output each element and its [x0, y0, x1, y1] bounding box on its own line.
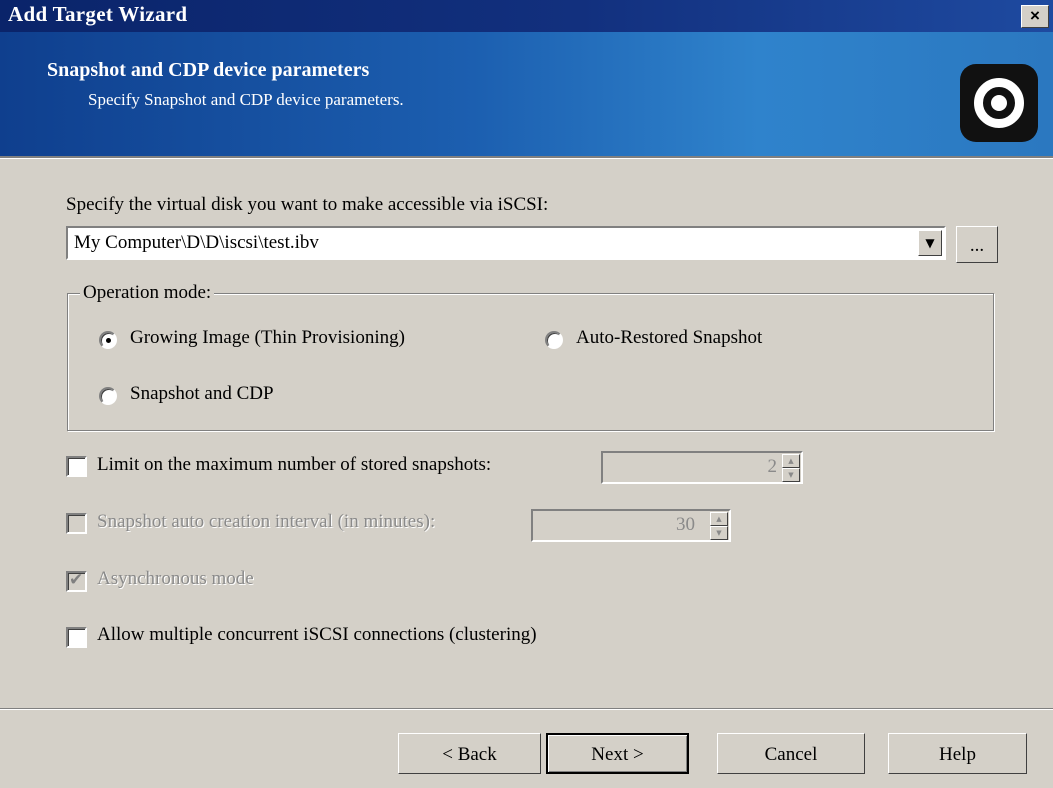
radio-auto-restored-snapshot[interactable] — [545, 331, 563, 349]
limit-snapshots-label[interactable]: Limit on the maximum number of stored sn… — [97, 454, 491, 476]
multiple-connections-label[interactable]: Allow multiple concurrent iSCSI connecti… — [97, 624, 537, 646]
disk-prompt-label: Specify the virtual disk you want to mak… — [66, 194, 549, 215]
page-title: Snapshot and CDP device parameters — [47, 59, 370, 81]
auto-interval-label: Snapshot auto creation interval (in minu… — [97, 511, 436, 532]
spin-up-icon[interactable]: ▲ — [782, 454, 800, 468]
async-mode-label: Asynchronous mode — [97, 568, 254, 589]
footer-divider — [0, 708, 1053, 710]
spin-down-icon[interactable]: ▼ — [782, 468, 800, 482]
checkmark-icon: ✔ — [69, 570, 84, 590]
auto-interval-checkbox[interactable] — [66, 513, 87, 534]
max-snapshots-spinner[interactable]: 2 ▲ ▼ — [601, 451, 803, 484]
limit-snapshots-checkbox[interactable] — [66, 456, 87, 477]
page-subtitle: Specify Snapshot and CDP device paramete… — [88, 90, 404, 109]
auto-interval-value: 30 — [676, 514, 695, 535]
cancel-button[interactable]: Cancel — [717, 733, 865, 774]
operation-mode-group: Operation mode: — [67, 282, 994, 431]
dropdown-arrow-icon[interactable]: ▼ — [918, 230, 942, 256]
window-title: Add Target Wizard — [8, 2, 188, 26]
virtual-disk-value: My Computer\D\D\iscsi\test.ibv — [74, 232, 319, 253]
logo-dot — [991, 95, 1007, 111]
multiple-connections-checkbox[interactable] — [66, 627, 87, 648]
operation-mode-legend: Operation mode: — [80, 282, 215, 304]
title-bar: Add Target Wizard × — [0, 0, 1053, 32]
app-logo-icon — [960, 64, 1038, 142]
radio-growing-image-label[interactable]: Growing Image (Thin Provisioning) — [130, 327, 405, 349]
next-button[interactable]: Next > — [546, 733, 689, 774]
auto-interval-spinner[interactable]: 30 ▲ ▼ — [531, 509, 731, 542]
async-mode-checkbox[interactable]: ✔ — [66, 570, 87, 592]
max-snapshots-value: 2 — [767, 456, 778, 477]
radio-growing-image[interactable] — [99, 331, 117, 349]
browse-button[interactable]: ... — [956, 226, 998, 263]
close-button[interactable]: × — [1021, 5, 1049, 28]
radio-selected-dot — [106, 338, 111, 343]
wizard-header: Snapshot and CDP device parameters Speci… — [0, 32, 1053, 156]
help-button[interactable]: Help — [888, 733, 1027, 774]
spin-down-icon[interactable]: ▼ — [710, 526, 728, 540]
spin-up-icon[interactable]: ▲ — [710, 512, 728, 526]
radio-snapshot-cdp-label[interactable]: Snapshot and CDP — [130, 383, 274, 405]
virtual-disk-combobox[interactable]: My Computer\D\D\iscsi\test.ibv ▼ — [66, 226, 946, 260]
back-button[interactable]: < Back — [398, 733, 541, 774]
radio-auto-restored-snapshot-label[interactable]: Auto-Restored Snapshot — [576, 327, 762, 349]
radio-snapshot-cdp[interactable] — [99, 387, 117, 405]
header-divider — [0, 156, 1053, 159]
